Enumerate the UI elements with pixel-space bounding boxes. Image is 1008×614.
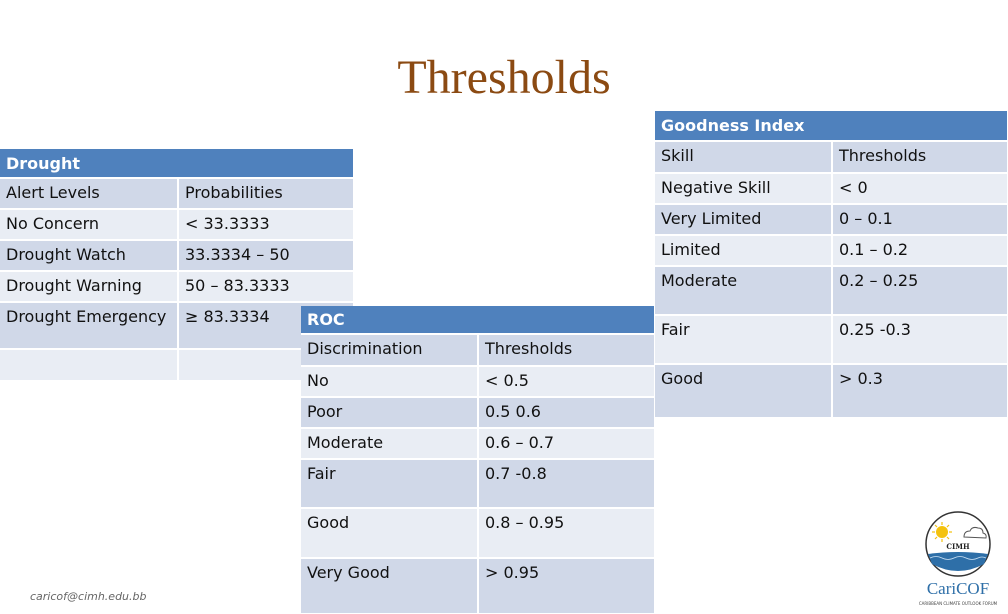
goodness-index-table-header: Goodness Index [655, 111, 1007, 140]
goodness-threshold: 0 – 0.1 [831, 205, 1007, 234]
goodness-skill: Good [655, 365, 831, 417]
table-row: Limited 0.1 – 0.2 [655, 234, 1007, 265]
roc-discrimination: Fair [301, 460, 477, 507]
goodness-skill: Very Limited [655, 205, 831, 234]
goodness-threshold: 0.1 – 0.2 [831, 236, 1007, 265]
drought-alert-level: No Concern [0, 210, 177, 239]
roc-discrimination: No [301, 367, 477, 396]
roc-discrimination: Very Good [301, 559, 477, 613]
drought-alert-level: Drought Emergency [0, 303, 177, 348]
contact-email: caricof@cimh.edu.bb [30, 590, 147, 603]
roc-threshold: < 0.5 [477, 367, 654, 396]
drought-col-probabilities: Probabilities [177, 179, 353, 208]
goodness-skill: Moderate [655, 267, 831, 314]
table-row: Good 0.8 – 0.95 [301, 507, 654, 557]
goodness-index-table: Goodness Index Skill Thresholds Negative… [655, 111, 1007, 417]
goodness-threshold: 0.2 – 0.25 [831, 267, 1007, 314]
table-row: Fair 0.7 -0.8 [301, 458, 654, 507]
drought-alert-level: Drought Warning [0, 272, 177, 301]
goodness-threshold: < 0 [831, 174, 1007, 203]
roc-discrimination: Moderate [301, 429, 477, 458]
table-row: Poor 0.5 0.6 [301, 396, 654, 427]
table-row: Good > 0.3 [655, 363, 1007, 417]
roc-discrimination: Good [301, 509, 477, 557]
drought-alert-level: Drought Watch [0, 241, 177, 270]
table-row: Very Good > 0.95 [301, 557, 654, 613]
roc-col-discrimination: Discrimination [301, 335, 477, 365]
table-row: Drought Warning 50 – 83.3333 [0, 270, 353, 301]
table-row: Moderate 0.2 – 0.25 [655, 265, 1007, 314]
goodness-skill: Limited [655, 236, 831, 265]
page-title: Thresholds [397, 51, 611, 104]
sun-icon [932, 522, 952, 542]
table-row: Fair 0.25 -0.3 [655, 314, 1007, 363]
goodness-col-skill: Skill [655, 142, 831, 172]
goodness-threshold: > 0.3 [831, 365, 1007, 417]
drought-probability: 50 – 83.3333 [177, 272, 353, 301]
drought-table-header: Drought [0, 149, 353, 177]
svg-text:CariCOF: CariCOF [927, 579, 989, 598]
table-row: Drought Watch 33.3334 – 50 [0, 239, 353, 270]
drought-probability: < 33.3333 [177, 210, 353, 239]
roc-table-header: ROC [301, 306, 654, 333]
goodness-column-headers: Skill Thresholds [655, 140, 1007, 172]
caricof-logo: CIMH CariCOF CARIBBEAN CLIMATE OUTLOOK F… [912, 510, 1004, 610]
table-row: No < 0.5 [301, 365, 654, 396]
table-row: No Concern < 33.3333 [0, 208, 353, 239]
roc-threshold: 0.5 0.6 [477, 398, 654, 427]
cimh-logo-icon: CIMH CariCOF CARIBBEAN CLIMATE OUTLOOK F… [919, 511, 998, 606]
goodness-skill: Negative Skill [655, 174, 831, 203]
drought-probability: 33.3334 – 50 [177, 241, 353, 270]
roc-table: ROC Discrimination Thresholds No < 0.5 P… [301, 306, 654, 613]
drought-alert-level [0, 350, 177, 380]
goodness-col-thresholds: Thresholds [831, 142, 1007, 172]
roc-threshold: > 0.95 [477, 559, 654, 613]
roc-column-headers: Discrimination Thresholds [301, 333, 654, 365]
roc-discrimination: Poor [301, 398, 477, 427]
goodness-skill: Fair [655, 316, 831, 363]
table-row: Very Limited 0 – 0.1 [655, 203, 1007, 234]
svg-text:CIMH: CIMH [946, 542, 970, 551]
goodness-threshold: 0.25 -0.3 [831, 316, 1007, 363]
roc-threshold: 0.6 – 0.7 [477, 429, 654, 458]
roc-threshold: 0.7 -0.8 [477, 460, 654, 507]
roc-threshold: 0.8 – 0.95 [477, 509, 654, 557]
roc-col-thresholds: Thresholds [477, 335, 654, 365]
drought-column-headers: Alert Levels Probabilities [0, 177, 353, 208]
svg-text:CARIBBEAN CLIMATE OUTLOOK FORU: CARIBBEAN CLIMATE OUTLOOK FORUM [919, 601, 998, 606]
table-row: Negative Skill < 0 [655, 172, 1007, 203]
table-row: Moderate 0.6 – 0.7 [301, 427, 654, 458]
drought-col-alert-levels: Alert Levels [0, 179, 177, 208]
